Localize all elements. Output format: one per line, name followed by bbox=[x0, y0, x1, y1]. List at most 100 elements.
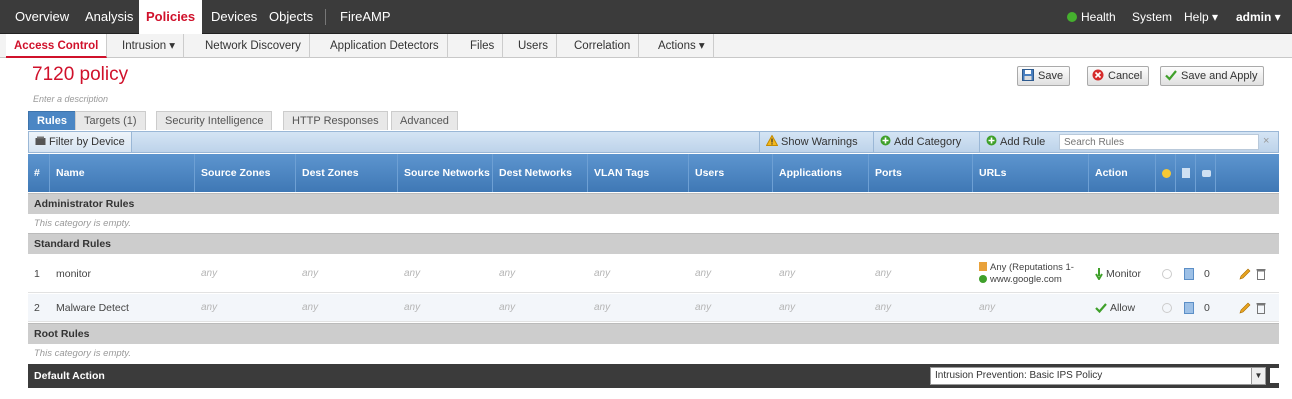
ips-off-icon bbox=[1162, 268, 1172, 279]
edit-rule-button[interactable] bbox=[1233, 294, 1251, 321]
nav-fireamp[interactable]: FireAMP bbox=[333, 0, 398, 34]
policy-description[interactable]: Enter a description bbox=[33, 94, 108, 104]
nav-objects[interactable]: Objects bbox=[262, 0, 320, 34]
rule-urls: Any (Reputations 1- www.google.com bbox=[973, 255, 1074, 292]
col-vlan-tags[interactable]: VLAN Tags bbox=[588, 154, 689, 192]
category-administrator-rules[interactable]: Administrator Rules bbox=[28, 193, 1279, 214]
add-icon bbox=[880, 135, 891, 146]
nav-policies[interactable]: Policies bbox=[139, 0, 203, 35]
rule-action-label: Monitor bbox=[1106, 267, 1142, 280]
tab-rules[interactable]: Rules bbox=[28, 111, 76, 130]
default-action-select[interactable]: Intrusion Prevention: Basic IPS Policy ▼ bbox=[930, 367, 1266, 385]
subnav-actions[interactable]: Actions ▾ bbox=[650, 34, 714, 58]
rules-toolbar: Filter by Device Show Warnings Add Categ… bbox=[28, 131, 1279, 153]
col-dest-networks[interactable]: Dest Networks bbox=[493, 154, 588, 192]
file-icon bbox=[1184, 301, 1194, 314]
rule-count: 0 bbox=[1204, 301, 1210, 314]
url-site-text: www.google.com bbox=[990, 273, 1062, 285]
top-nav: Overview Analysis Policies Devices Objec… bbox=[0, 0, 1292, 35]
rule-source-zones: any bbox=[201, 302, 218, 313]
monitor-arrow-icon bbox=[1095, 267, 1103, 280]
delete-rule-button[interactable] bbox=[1250, 294, 1266, 321]
subnav-application-detectors[interactable]: Application Detectors bbox=[322, 34, 448, 58]
url-reputation-entry: Any (Reputations 1- bbox=[979, 261, 1074, 274]
delete-rule-button[interactable] bbox=[1250, 255, 1266, 292]
col-action[interactable]: Action bbox=[1089, 154, 1156, 192]
cancel-label: Cancel bbox=[1108, 70, 1143, 82]
add-category-button[interactable]: Add Category bbox=[873, 132, 967, 152]
rule-source-networks: any bbox=[404, 268, 421, 279]
tab-targets[interactable]: Targets (1) bbox=[75, 111, 146, 130]
col-source-networks[interactable]: Source Networks bbox=[398, 154, 493, 192]
rule-dest-networks: any bbox=[499, 268, 516, 279]
category-empty-text: This category is empty. bbox=[28, 345, 1279, 362]
filter-by-device-button[interactable]: Filter by Device bbox=[29, 132, 132, 152]
rule-users: any bbox=[695, 302, 712, 313]
col-ports[interactable]: Ports bbox=[869, 154, 973, 192]
table-row[interactable]: 1 monitor any any any any any any any an… bbox=[28, 255, 1279, 293]
rule-vlan-tags: any bbox=[594, 268, 611, 279]
floppy-icon bbox=[1022, 69, 1034, 81]
rule-count: 0 bbox=[1204, 267, 1210, 280]
col-users[interactable]: Users bbox=[689, 154, 773, 192]
add-rule-button[interactable]: Add Rule bbox=[979, 132, 1051, 152]
col-log-icon bbox=[1196, 154, 1216, 192]
rule-dest-networks: any bbox=[499, 302, 516, 313]
user-menu[interactable]: admin ▾ bbox=[1236, 0, 1281, 34]
rule-action-label: Allow bbox=[1110, 301, 1136, 314]
subnav-correlation[interactable]: Correlation bbox=[566, 34, 640, 58]
tab-security-intelligence[interactable]: Security Intelligence bbox=[156, 111, 273, 130]
subnav-intrusion[interactable]: Intrusion ▾ bbox=[114, 34, 185, 58]
col-urls[interactable]: URLs bbox=[973, 154, 1089, 192]
add-category-label: Add Category bbox=[894, 136, 962, 148]
subnav-network-discovery[interactable]: Network Discovery bbox=[197, 34, 310, 58]
default-action-value: Intrusion Prevention: Basic IPS Policy bbox=[935, 370, 1103, 381]
nav-devices[interactable]: Devices bbox=[204, 0, 264, 34]
category-root-rules[interactable]: Root Rules bbox=[28, 323, 1279, 344]
show-warnings-label: Show Warnings bbox=[781, 136, 858, 148]
col-ips-icon bbox=[1156, 154, 1176, 192]
rule-name: monitor bbox=[56, 267, 92, 280]
col-file-icon bbox=[1176, 154, 1196, 192]
subnav-access-control[interactable]: Access Control bbox=[6, 34, 108, 58]
url-category-icon bbox=[979, 261, 987, 271]
col-dest-zones[interactable]: Dest Zones bbox=[296, 154, 398, 192]
tab-http-responses[interactable]: HTTP Responses bbox=[283, 111, 388, 130]
table-row[interactable]: 2 Malware Detect any any any any any any… bbox=[28, 294, 1279, 322]
rule-source-zones: any bbox=[201, 268, 218, 279]
logging-icon bbox=[1202, 169, 1211, 177]
nav-overview[interactable]: Overview bbox=[8, 0, 76, 34]
policy-title: 7120 policy bbox=[32, 64, 129, 85]
rule-number: 1 bbox=[34, 267, 40, 280]
rule-ips-indicator bbox=[1156, 255, 1172, 292]
system-menu[interactable]: System bbox=[1132, 0, 1172, 34]
rule-applications: any bbox=[779, 268, 796, 279]
subnav-users[interactable]: Users bbox=[510, 34, 558, 58]
filter-by-device-label: Filter by Device bbox=[49, 136, 125, 148]
category-standard-rules[interactable]: Standard Rules bbox=[28, 233, 1279, 254]
search-rules-input[interactable] bbox=[1059, 134, 1259, 150]
rule-ports: any bbox=[875, 268, 892, 279]
col-name[interactable]: Name bbox=[50, 154, 195, 192]
col-number: # bbox=[28, 154, 50, 192]
save-and-apply-button[interactable]: Save and Apply bbox=[1160, 66, 1265, 86]
subnav-files[interactable]: Files bbox=[462, 34, 504, 58]
cancel-button[interactable]: Cancel bbox=[1087, 66, 1150, 86]
tab-advanced[interactable]: Advanced bbox=[391, 111, 458, 130]
show-warnings-button[interactable]: Show Warnings bbox=[759, 132, 864, 152]
health-link[interactable]: Health bbox=[1067, 0, 1116, 34]
rule-file-indicator bbox=[1178, 255, 1194, 292]
default-action-bar: Default Action Intrusion Prevention: Bas… bbox=[28, 364, 1282, 388]
allow-check-icon bbox=[1095, 302, 1107, 313]
help-menu[interactable]: Help ▾ bbox=[1184, 0, 1218, 34]
rule-file-indicator bbox=[1178, 294, 1194, 321]
policy-document-icon[interactable] bbox=[1270, 368, 1282, 383]
nav-analysis[interactable]: Analysis bbox=[78, 0, 140, 34]
rule-action: Allow bbox=[1089, 294, 1135, 321]
edit-rule-button[interactable] bbox=[1233, 255, 1251, 292]
clear-search-icon[interactable]: × bbox=[1263, 135, 1269, 147]
rule-vlan-tags: any bbox=[594, 302, 611, 313]
save-button[interactable]: Save bbox=[1017, 66, 1071, 86]
col-source-zones[interactable]: Source Zones bbox=[195, 154, 296, 192]
col-applications[interactable]: Applications bbox=[773, 154, 869, 192]
